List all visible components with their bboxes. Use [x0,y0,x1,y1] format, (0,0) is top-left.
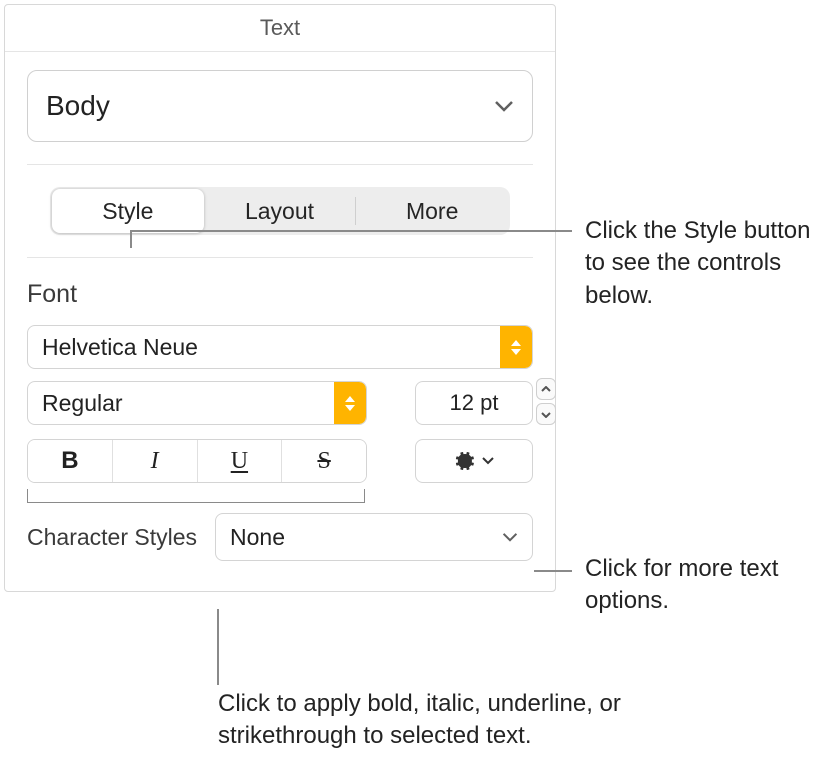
advanced-options-button[interactable] [415,439,533,483]
popup-arrows-icon [334,382,366,424]
chevron-down-icon [494,100,514,112]
text-inspector-panel: Text Body Style Layout More Font Helveti… [4,4,556,592]
italic-button[interactable]: I [112,440,197,482]
font-size-value: 12 pt [450,390,499,416]
callout-text-formatting: Click to apply bold, italic, underline, … [218,688,698,753]
bracket-decoration [27,489,365,503]
panel-title: Text [5,5,555,52]
stepper-up-button[interactable] [536,378,556,400]
paragraph-style-value: Body [46,90,110,122]
tab-style[interactable]: Style [52,189,204,233]
callout-line [534,570,572,572]
divider [27,164,533,165]
divider [27,257,533,258]
font-family-value: Helvetica Neue [42,334,198,361]
panel-body: Body Style Layout More Font Helvetica Ne… [5,52,555,591]
font-weight-popup[interactable]: Regular [27,381,367,425]
callout-line [130,230,572,232]
strikethrough-button[interactable]: S [281,440,366,482]
font-size-stepper [536,378,556,425]
callout-text-gear: Click for more text options. [585,553,805,618]
font-family-popup[interactable]: Helvetica Neue [27,325,533,369]
paragraph-style-select[interactable]: Body [27,70,533,142]
callout-line [217,609,219,685]
underline-button[interactable]: U [197,440,282,482]
callout-line [130,230,132,248]
font-size-field[interactable]: 12 pt [415,381,533,425]
font-section-label: Font [27,280,533,309]
tab-more[interactable]: More [356,189,508,233]
chevron-down-icon [502,532,518,542]
stepper-down-button[interactable] [536,403,556,425]
font-weight-value: Regular [42,390,123,417]
character-styles-label: Character Styles [27,524,197,551]
tab-layout[interactable]: Layout [204,189,356,233]
gear-icon [454,450,476,472]
tab-segmented-control: Style Layout More [50,187,510,235]
popup-arrows-icon [500,326,532,368]
text-format-button-group: B I U S [27,439,367,483]
character-styles-popup[interactable]: None [215,513,533,561]
bold-button[interactable]: B [28,440,112,482]
callout-text-style: Click the Style button to see the contro… [585,215,820,312]
chevron-down-icon [482,457,494,465]
character-styles-value: None [230,524,285,551]
